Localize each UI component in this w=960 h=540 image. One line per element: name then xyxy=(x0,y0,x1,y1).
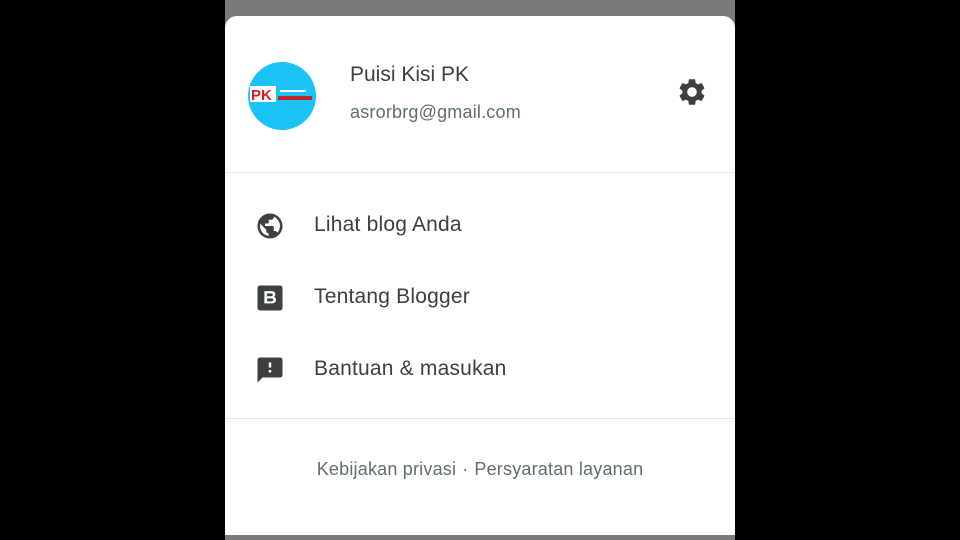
menu-item-about-blogger[interactable]: Tentang Blogger xyxy=(225,261,735,333)
avatar[interactable]: PK xyxy=(248,62,316,130)
menu-item-label: Tentang Blogger xyxy=(314,285,470,308)
footer-links: Kebijakan privasi · Persyaratan layanan xyxy=(225,459,735,480)
account-name: Puisi Kisi PK xyxy=(350,63,470,86)
globe-icon xyxy=(255,211,285,241)
settings-button[interactable] xyxy=(672,72,712,112)
menu-item-help-feedback[interactable]: Bantuan & masukan xyxy=(225,333,735,405)
blog-logo-image: PK xyxy=(250,86,314,104)
menu-item-view-blog[interactable]: Lihat blog Anda xyxy=(225,189,735,261)
account-email: asrorbrg@gmail.com xyxy=(350,102,521,122)
gear-icon xyxy=(679,79,705,105)
account-header: PK Puisi Kisi PK asrorbrg@gmail.com xyxy=(225,16,735,172)
account-menu-sheet: PK Puisi Kisi PK asrorbrg@gmail.com Liha… xyxy=(225,16,735,535)
privacy-policy-link[interactable]: Kebijakan privasi xyxy=(317,459,456,479)
logo-text: PK xyxy=(251,87,272,104)
blogger-icon xyxy=(255,283,285,313)
divider xyxy=(225,418,735,419)
divider xyxy=(225,172,735,173)
menu-item-label: Lihat blog Anda xyxy=(314,213,462,236)
menu-item-label: Bantuan & masukan xyxy=(314,357,507,380)
terms-of-service-link[interactable]: Persyaratan layanan xyxy=(474,459,643,479)
feedback-icon xyxy=(255,355,285,385)
footer-separator: · xyxy=(462,459,469,479)
